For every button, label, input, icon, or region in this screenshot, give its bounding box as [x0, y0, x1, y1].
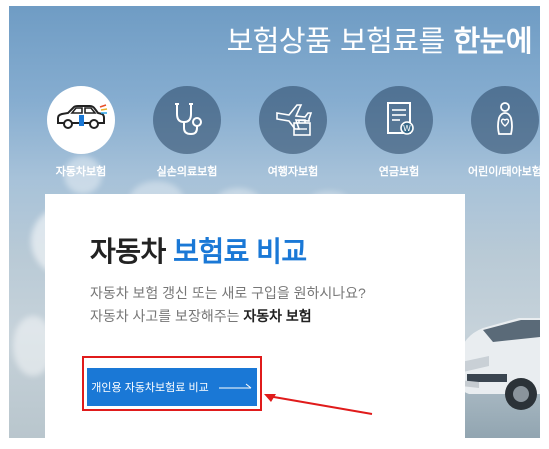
- card-title: 자동차 보험료 비교: [90, 230, 307, 270]
- card-desc-line2: 자동차 사고를 보장해주는 자동차 보험: [90, 305, 366, 328]
- hero-title-bold: 한눈에: [453, 24, 532, 58]
- card-title-accent: 보험료 비교: [173, 236, 307, 267]
- category-label: 여행자보험: [267, 166, 319, 178]
- svg-text:W: W: [403, 124, 411, 133]
- child-icon: [485, 98, 525, 142]
- airplane-luggage-icon: [271, 97, 315, 143]
- pointer-arrow-icon: [264, 394, 373, 415]
- pension-document-icon: W: [379, 98, 419, 142]
- category-label: 어린이/태아보험: [468, 166, 540, 178]
- category-travel-insurance[interactable]: 여행자보험: [253, 86, 333, 179]
- highlight-annotation-box: [82, 356, 262, 411]
- category-child-insurance[interactable]: 어린이/태아보험: [465, 86, 540, 179]
- category-circle: [47, 86, 115, 154]
- category-circle: [471, 86, 539, 154]
- category-pension-insurance[interactable]: W 연금보험: [359, 86, 439, 179]
- card-desc-line1: 자동차 보험 갱신 또는 새로 구입을 원하시나요?: [90, 285, 366, 301]
- card-desc-line2-bold: 자동차 보험: [243, 308, 312, 324]
- hero-title: 보험상품 보험료를 한눈에: [226, 18, 533, 60]
- car-icon: [54, 103, 108, 137]
- category-circle: [153, 86, 221, 154]
- category-label: 연금보험: [378, 166, 420, 178]
- card-desc-line2-prefix: 자동차 사고를 보장해주는: [90, 308, 244, 324]
- category-medical-insurance[interactable]: 실손의료보험: [147, 86, 227, 179]
- category-car-insurance[interactable]: 자동차보험: [41, 86, 121, 179]
- category-circle: W: [365, 86, 433, 154]
- hero-title-light: 보험상품 보험료를: [226, 24, 454, 58]
- card-title-normal: 자동차: [90, 236, 174, 267]
- stethoscope-icon: [167, 98, 207, 142]
- category-label: 실손의료보험: [156, 166, 218, 178]
- card-description: 자동차 보험 갱신 또는 새로 구입을 원하시나요? 자동차 사고를 보장해주는…: [90, 282, 366, 328]
- category-circle: [259, 86, 327, 154]
- category-label: 자동차보험: [55, 166, 107, 178]
